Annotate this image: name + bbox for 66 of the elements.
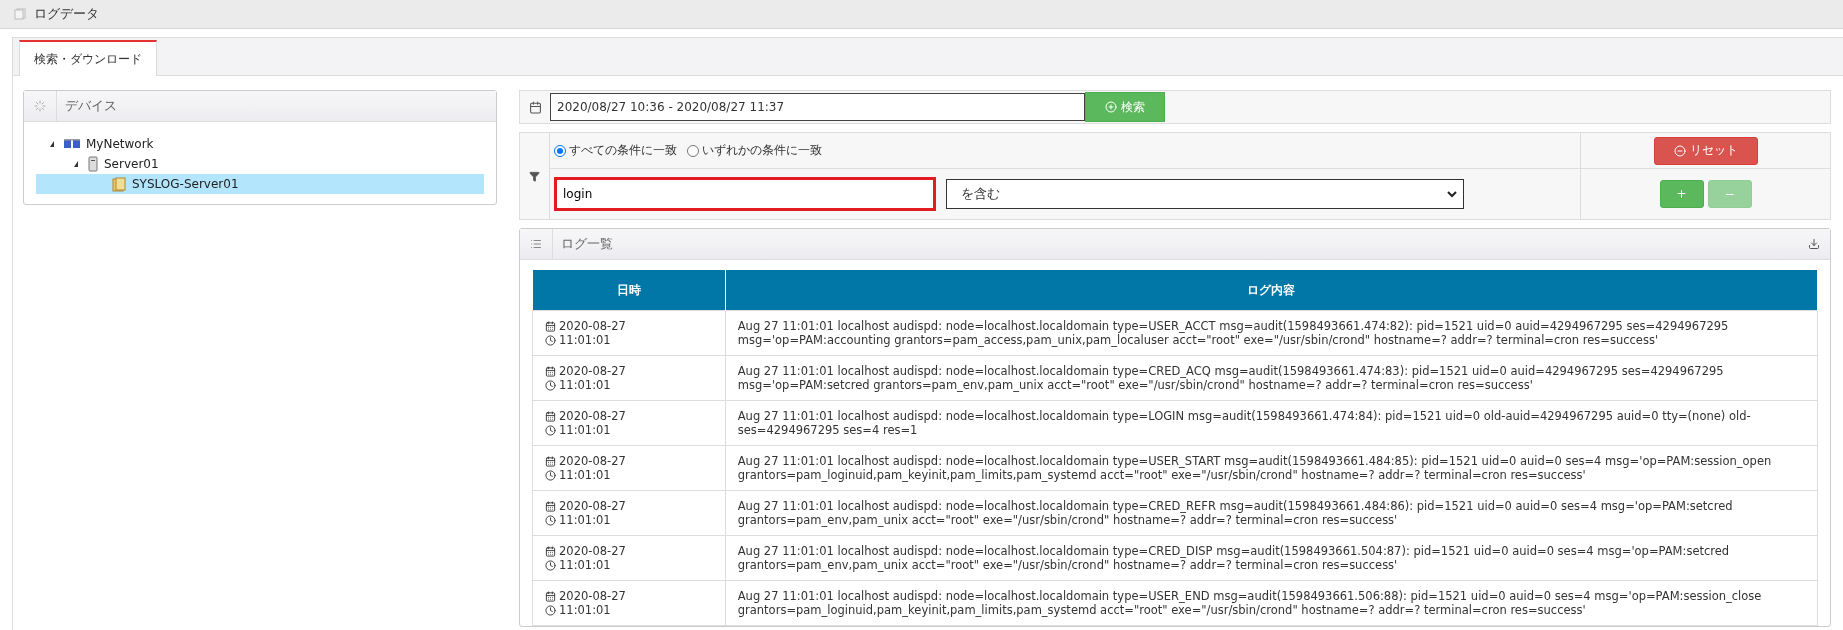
reset-button[interactable]: リセット (1653, 136, 1758, 165)
clock-icon (545, 469, 556, 481)
log-date: 2020-08-27 (559, 364, 626, 378)
tab[interactable]: 検索・ダウンロード (19, 40, 157, 76)
calendar-icon (545, 455, 556, 467)
table-cell: Aug 27 11:01:01 localhost audispd: node=localhost.localdomain type=USER_ACCT msg=audit(1598493661.474:82): pid=1521 uid=0 auid=4294967295 ses=4294967295 msg='op=PAM:accounting grantors=pam_access,pam_unix,pam_localuser acct="root" exe="/usr/sbin/crond" hostname=? addr=? terminal=cron res=success' (725, 310, 1818, 356)
expanded-triangle-icon[interactable] (50, 141, 54, 147)
chevron-down-icon (1447, 190, 1457, 198)
log-time: 11:01:01 (559, 378, 611, 392)
clock-icon (545, 559, 556, 571)
server-icon (88, 156, 98, 172)
calendar-icon (545, 545, 556, 557)
clock-icon (545, 514, 556, 526)
minus-circle-icon (1673, 144, 1686, 157)
clock-icon (545, 379, 556, 391)
operator-select[interactable]: を含む (946, 179, 1464, 209)
log-time: 11:01:01 (559, 468, 611, 482)
log-time: 11:01:01 (559, 333, 611, 347)
download-icon[interactable] (1808, 238, 1820, 250)
calendar-icon (528, 100, 542, 114)
list-icon (530, 238, 542, 250)
condition-input[interactable]: login (554, 177, 936, 211)
calendar-icon (545, 320, 556, 332)
log-time: 11:01:01 (559, 423, 611, 437)
spinner-icon (34, 100, 46, 112)
log-date: 2020-08-27 (559, 499, 626, 513)
table-cell: Aug 27 11:01:01 localhost audispd: node=localhost.localdomain type=LOGIN msg=audit(1598493661.474:84): pid=1521 uid=0 old-auid=4294967295 auid=0 tty=(none) old-ses=4294967295 ses=4 res=1 (725, 400, 1818, 446)
column-header: 日時 (532, 270, 726, 311)
radio-button[interactable] (687, 144, 699, 157)
radio-button[interactable] (554, 144, 566, 157)
log-date: 2020-08-27 (559, 544, 626, 558)
plus-circle-icon (1105, 101, 1117, 113)
table-cell: Aug 27 11:01:01 localhost audispd: node=localhost.localdomain type=CRED_REFR msg=audit(1598493661.484:86): pid=1521 uid=0 auid=0 ses=4 msg='op=PAM:setcred grantors=pam_env,pam_unix acct="root" exe="/usr/sbin/crond" hostname=? addr=? terminal=cron res=success' (725, 490, 1818, 536)
filter-icon (529, 170, 540, 182)
log-date: 2020-08-27 (559, 454, 626, 468)
page-icon (14, 8, 26, 20)
column-header: ログ内容 (725, 270, 1818, 311)
tree-item[interactable]: Server01 (36, 154, 484, 174)
calendar-icon (545, 500, 556, 512)
clock-icon (545, 424, 556, 436)
folder-icon (112, 176, 126, 192)
calendar-icon (545, 365, 556, 377)
panel-title: デバイス (64, 97, 118, 115)
log-time: 11:01:01 (559, 603, 611, 617)
clock-icon (545, 334, 556, 346)
tree-item[interactable]: MyNetwork (36, 134, 484, 154)
radio-label: いずれかの条件に一致 (702, 142, 822, 159)
table-cell: Aug 27 11:01:01 localhost audispd: node=localhost.localdomain type=USER_START msg=audit(1598493661.484:85): pid=1521 uid=0 auid=0 ses=4 msg='op=PAM:session_open grantors=pam_loginuid,pam_keyinit,pam_limits,pam_systemd acct="root" exe="/usr/sbin/crond" hostname=? addr=? terminal=cron res=success' (725, 445, 1818, 491)
table-cell: Aug 27 11:01:01 localhost audispd: node=localhost.localdomain type=USER_END msg=audit(1598493661.506:88): pid=1521 uid=0 auid=0 ses=4 msg='op=PAM:session_close grantors=pam_loginuid,pam_keyinit,pam_limits,pam_systemd acct="root" exe="/usr/sbin/crond" hostname=? addr=? terminal=cron res=success' (725, 580, 1818, 626)
calendar-icon (545, 590, 556, 602)
panel-title: ログ一覧 (560, 235, 614, 253)
radio-label: すべての条件に一致 (569, 142, 677, 159)
log-date: 2020-08-27 (559, 409, 626, 423)
log-date: 2020-08-27 (559, 589, 626, 603)
window-title: ログデータ (34, 5, 99, 23)
log-time: 11:01:01 (559, 558, 611, 572)
tree-item[interactable]: SYSLOG-Server01 (36, 174, 484, 194)
date-range-field[interactable]: 2020/08/27 10:36 - 2020/08/27 11:37 (550, 93, 1085, 121)
expanded-triangle-icon[interactable] (74, 161, 78, 167)
calendar-icon (545, 410, 556, 422)
table-cell: Aug 27 11:01:01 localhost audispd: node=localhost.localdomain type=CRED_ACQ msg=audit(1598493661.474:83): pid=1521 uid=0 auid=4294967295 ses=4294967295 msg='op=PAM:setcred grantors=pam_env,pam_unix acct="root" exe="/usr/sbin/crond" hostname=? addr=? terminal=cron res=success' (725, 355, 1818, 401)
log-time: 11:01:01 (559, 513, 611, 527)
clock-icon (545, 604, 556, 616)
network-icon (64, 139, 80, 149)
table-cell: Aug 27 11:01:01 localhost audispd: node=localhost.localdomain type=CRED_DISP msg=audit(1598493661.504:87): pid=1521 uid=0 auid=0 ses=4 msg='op=PAM:setcred grantors=pam_env,pam_unix acct="root" exe="/usr/sbin/crond" hostname=? addr=? terminal=cron res=success' (725, 535, 1818, 581)
log-date: 2020-08-27 (559, 319, 626, 333)
